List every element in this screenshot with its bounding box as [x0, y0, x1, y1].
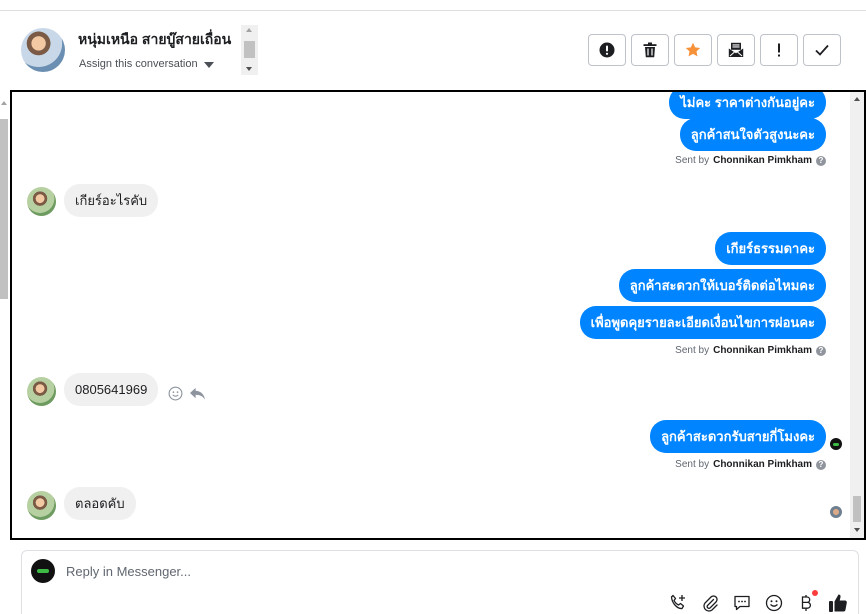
sender-name: Chonnikan Pimkham: [713, 155, 812, 166]
paperclip-icon[interactable]: [700, 593, 720, 613]
incoming-message-bubble[interactable]: เกียร์อะไรคับ: [64, 184, 159, 217]
page-scrollbar[interactable]: [0, 91, 8, 614]
notification-dot: [812, 590, 818, 596]
sent-by-label: Sent by Chonnikan Pimkham ?: [675, 459, 826, 470]
checkmark-icon: [815, 44, 829, 56]
outgoing-message-bubble[interactable]: เกียร์ธรรมดาคะ: [715, 232, 826, 265]
help-icon[interactable]: ?: [816, 459, 826, 470]
scroll-up-arrow-icon[interactable]: [246, 28, 252, 32]
assign-conversation-dropdown[interactable]: Assign this conversation: [79, 58, 214, 70]
contact-message-avatar[interactable]: [27, 377, 56, 406]
star-icon: [685, 42, 701, 57]
inbox-conversation-view: หนุ่มเหนือ สายบู๊สายเถื่อน Assign this c…: [0, 0, 866, 614]
contact-seen-avatar: [830, 506, 842, 518]
incoming-message-bubble[interactable]: 0805641969: [64, 373, 159, 406]
mail-archive-icon: [728, 42, 744, 57]
message-row-incoming: ตลอดคับ: [64, 487, 136, 520]
conversation-header: หนุ่มเหนือ สายบู๊สายเถื่อน Assign this c…: [0, 11, 866, 91]
trash-icon: [643, 42, 657, 58]
outgoing-message-bubble[interactable]: ลูกค้าสนใจตัวสูงนะคะ: [679, 118, 826, 151]
page-avatar: [31, 559, 55, 583]
outgoing-message-bubble[interactable]: เพื่อพูดคุยรายละเอียดเงื่อนไขการผ่อนคะ: [579, 306, 826, 339]
message-row-outgoing: ลูกค้าสะดวกรับสายกี่โมงคะ: [650, 420, 826, 453]
star-button[interactable]: [674, 34, 712, 66]
sender-name: Chonnikan Pimkham: [713, 345, 812, 356]
reply-arrow-icon[interactable]: [189, 386, 206, 401]
help-icon[interactable]: ?: [816, 155, 826, 166]
message-row-incoming: เกียร์อะไรคับ: [64, 184, 159, 217]
scroll-down-arrow-icon[interactable]: [854, 528, 860, 532]
done-button[interactable]: [803, 34, 841, 66]
message-row-outgoing: ลูกค้าสะดวกให้เบอร์ติดต่อไหมคะ: [618, 269, 826, 302]
reply-composer: [21, 550, 859, 614]
contact-avatar[interactable]: [21, 28, 65, 72]
baht-payment-icon[interactable]: [796, 590, 818, 613]
outgoing-message-bubble[interactable]: ลูกค้าสะดวกให้เบอร์ติดต่อไหมคะ: [618, 269, 826, 302]
contact-message-avatar[interactable]: [27, 491, 56, 520]
sent-by-text: Sent by: [675, 155, 710, 166]
reply-input[interactable]: [66, 564, 566, 579]
message-row-outgoing: เกียร์ธรรมดาคะ: [715, 232, 826, 265]
conversation-actions: [588, 34, 841, 66]
scroll-up-arrow-icon[interactable]: [1, 101, 7, 105]
composer-toolbar: [668, 590, 848, 613]
exclamation-icon: [778, 43, 780, 57]
contact-message-avatar[interactable]: [27, 187, 56, 216]
assign-label: Assign this conversation: [79, 58, 198, 70]
sent-by-text: Sent by: [675, 459, 710, 470]
message-row-outgoing: ลูกค้าสนใจตัวสูงนะคะ: [679, 118, 826, 151]
archive-button[interactable]: [717, 34, 755, 66]
emoji-icon[interactable]: [764, 593, 784, 613]
sender-name: Chonnikan Pimkham: [713, 459, 812, 470]
scroll-thumb[interactable]: [244, 41, 255, 58]
sent-by-label: Sent by Chonnikan Pimkham ?: [675, 155, 826, 166]
incoming-message-bubble[interactable]: ตลอดคับ: [64, 487, 136, 520]
scroll-down-arrow-icon[interactable]: [246, 67, 252, 71]
spam-button[interactable]: [588, 34, 626, 66]
outgoing-message-bubble[interactable]: ลูกค้าสะดวกรับสายกี่โมงคะ: [650, 420, 826, 453]
phone-add-icon[interactable]: [668, 593, 688, 613]
message-thread[interactable]: ไม่คะ ราคาต่างกันอยู่คะ ลูกค้าสนใจตัวสูง…: [10, 90, 866, 540]
sent-by-label: Sent by Chonnikan Pimkham ?: [675, 345, 826, 356]
thumbs-up-icon[interactable]: [828, 593, 848, 613]
message-row-incoming: 0805641969: [64, 373, 206, 406]
name-scrollbar[interactable]: [241, 25, 258, 75]
saved-reply-icon[interactable]: [732, 593, 752, 613]
follow-up-button[interactable]: [760, 34, 798, 66]
thread-scrollbar[interactable]: [850, 92, 864, 538]
outgoing-message-bubble[interactable]: ไม่คะ ราคาต่างกันอยู่คะ: [669, 92, 826, 119]
message-row-outgoing: ไม่คะ ราคาต่างกันอยู่คะ: [669, 92, 826, 119]
exclamation-circle-icon: [599, 42, 615, 58]
react-emoji-icon[interactable]: [168, 386, 183, 401]
scroll-thumb[interactable]: [0, 119, 8, 299]
help-icon[interactable]: ?: [816, 345, 826, 356]
scroll-up-arrow-icon[interactable]: [854, 97, 860, 101]
message-row-outgoing: เพื่อพูดคุยรายละเอียดเงื่อนไขการผ่อนคะ: [579, 306, 826, 339]
sent-by-text: Sent by: [675, 345, 710, 356]
delete-button[interactable]: [631, 34, 669, 66]
contact-name[interactable]: หนุ่มเหนือ สายบู๊สายเถื่อน: [78, 29, 231, 51]
page-seen-avatar: [830, 438, 842, 450]
caret-down-icon: [203, 61, 214, 68]
scroll-thumb[interactable]: [853, 496, 861, 522]
